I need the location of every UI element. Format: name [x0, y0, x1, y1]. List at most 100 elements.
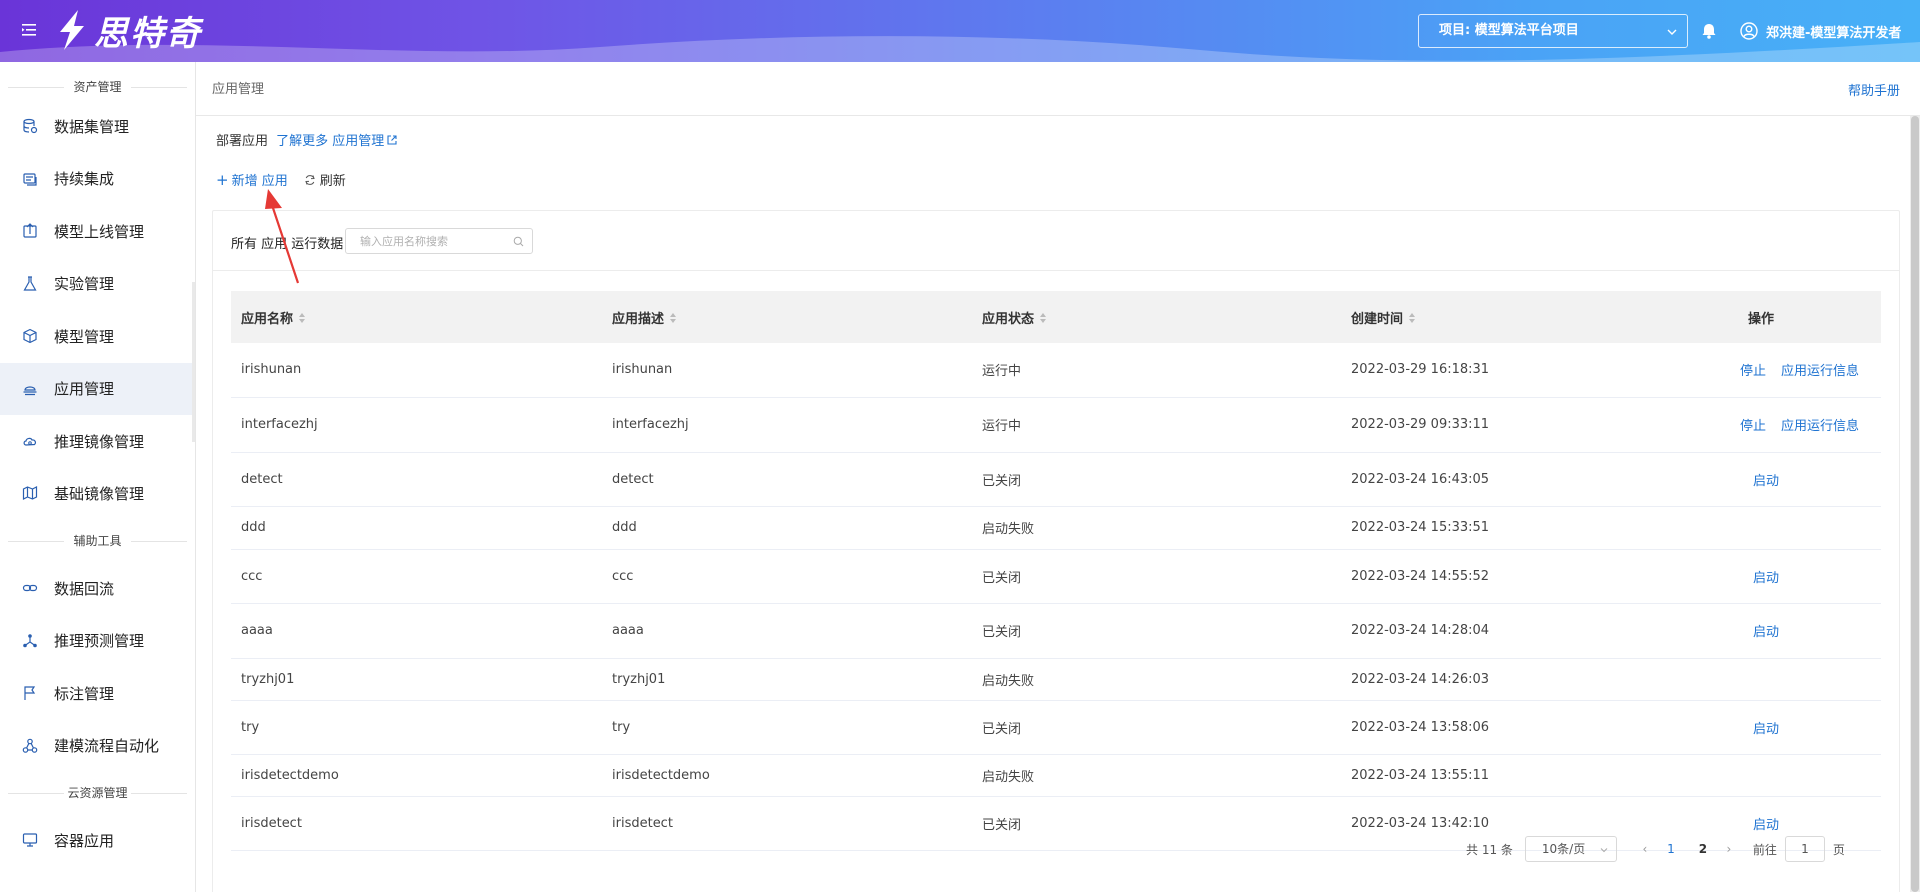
sidebar-item-label: 模型上线管理: [54, 222, 145, 241]
panel-header: 所有 应用 运行数据: [213, 211, 1899, 271]
sidebar-item-label: 基础镜像管理: [54, 485, 145, 504]
cell-app-status: 已关闭: [972, 603, 1341, 659]
sidebar-item-inference-image[interactable]: 推理镜像管理: [0, 415, 195, 468]
sidebar-item-dataset[interactable]: 数据集管理: [0, 100, 195, 153]
flag-icon: [24, 686, 36, 701]
table-row: ccc ccc 已关闭 2022-03-24 14:55:52 启动: [231, 549, 1881, 604]
sidebar-item-container-app[interactable]: 容器应用: [0, 814, 195, 867]
search-input[interactable]: [346, 229, 496, 253]
stop-button[interactable]: 停止: [1740, 415, 1766, 434]
cube-icon: [23, 329, 37, 344]
cell-app-desc: irisdetectdemo: [602, 754, 972, 797]
prev-page-button[interactable]: ‹: [1635, 842, 1655, 856]
search-box: [345, 228, 533, 254]
column-header-time[interactable]: 创建时间: [1341, 291, 1641, 343]
refresh-label: 刷新: [319, 174, 346, 189]
user-menu[interactable]: 郑洪建-模型算法开发者: [1740, 18, 1901, 44]
stop-button[interactable]: 停止: [1740, 360, 1766, 379]
sidebar-item-label: 数据集管理: [54, 117, 130, 136]
cell-actions: 启动: [1641, 603, 1881, 659]
sort-icon[interactable]: [1408, 312, 1416, 324]
cell-app-name: irishunan: [231, 343, 602, 398]
refresh-button[interactable]: 刷新: [304, 170, 346, 189]
page-number-button[interactable]: 2: [1687, 842, 1719, 856]
sidebar-item-app[interactable]: 应用管理: [0, 362, 195, 415]
sidebar-item-label: 实验管理: [54, 275, 115, 294]
page-scrollbar-thumb[interactable]: [1911, 116, 1919, 892]
app-list-panel: 所有 应用 运行数据 应用名称 应用描述 应用状态 创建时间 操作: [212, 210, 1900, 892]
cell-app-desc: tryzhj01: [602, 658, 972, 701]
sidebar-item-model-deploy[interactable]: 模型上线管理: [0, 205, 195, 258]
top-header: 思特奇 项目: 模型算法平台项目 郑洪建-模型算法开发者: [0, 0, 1920, 62]
start-button[interactable]: 启动: [1753, 567, 1779, 586]
sidebar-item-data-backflow[interactable]: 数据回流: [0, 562, 195, 615]
brand-logo[interactable]: 思特奇: [52, 6, 202, 54]
cell-app-status: 已关闭: [972, 452, 1341, 507]
project-select[interactable]: 项目: 模型算法平台项目: [1418, 14, 1688, 48]
learn-more-link[interactable]: 了解更多 应用管理: [276, 134, 398, 149]
cell-app-status: 运行中: [972, 343, 1341, 398]
app-run-info-link[interactable]: 应用运行信息: [1781, 360, 1859, 379]
column-header-desc[interactable]: 应用描述: [602, 291, 972, 343]
toolbar: + 新增 应用 刷新: [216, 170, 346, 190]
cell-app-status: 已关闭: [972, 796, 1341, 851]
add-app-label: 新增 应用: [231, 174, 288, 189]
link-icon: [22, 585, 38, 592]
start-button[interactable]: 启动: [1753, 718, 1779, 737]
cell-app-desc: ddd: [602, 506, 972, 550]
sidebar-item-annotation[interactable]: 标注管理: [0, 667, 195, 720]
cell-app-status: 已关闭: [972, 700, 1341, 755]
sidebar-section-title: 云资源管理: [0, 772, 195, 814]
sort-icon[interactable]: [298, 312, 306, 324]
cell-created-time: 2022-03-24 14:26:03: [1341, 658, 1641, 701]
chevron-down-icon: [1667, 29, 1677, 35]
sort-icon[interactable]: [669, 312, 677, 324]
sidebar-item-model[interactable]: 模型管理: [0, 310, 195, 363]
cell-actions: 停止 应用运行信息: [1641, 343, 1881, 398]
cell-created-time: 2022-03-24 14:55:52: [1341, 549, 1641, 604]
add-app-button[interactable]: + 新增 应用: [216, 170, 288, 190]
cloud-icon: [23, 438, 36, 446]
app-run-info-link[interactable]: 应用运行信息: [1781, 415, 1859, 434]
user-name: 郑洪建-模型算法开发者: [1766, 25, 1902, 41]
sidebar-item-label: 推理预测管理: [54, 632, 145, 651]
start-button[interactable]: 启动: [1753, 470, 1779, 489]
page-size-select[interactable]: 10条/页: [1524, 836, 1617, 862]
app-stack-icon: [23, 386, 37, 395]
start-button[interactable]: 启动: [1753, 814, 1779, 833]
column-header-status[interactable]: 应用状态: [972, 291, 1341, 343]
notification-bell-icon[interactable]: [1700, 22, 1718, 40]
cell-actions: 启动: [1641, 549, 1881, 604]
cell-app-name: irisdetect: [231, 796, 602, 851]
sidebar-scrollbar[interactable]: [192, 282, 195, 442]
column-header-label: 应用描述: [612, 311, 665, 327]
cell-created-time: 2022-03-24 15:33:51: [1341, 506, 1641, 550]
user-avatar-icon: [1740, 22, 1758, 40]
pagination-total: 共 11 条: [1466, 842, 1513, 857]
cell-created-time: 2022-03-24 14:28:04: [1341, 603, 1641, 659]
sidebar-item-automl[interactable]: 建模流程自动化: [0, 720, 195, 773]
sidebar-item-ci[interactable]: 持续集成: [0, 153, 195, 206]
sidebar-item-inference-predict[interactable]: 推理预测管理: [0, 615, 195, 668]
cell-app-name: irisdetectdemo: [231, 754, 602, 797]
cell-app-name: interfacezhj: [231, 397, 602, 453]
app-table: 应用名称 应用描述 应用状态 创建时间 操作 irishunan irishun…: [231, 291, 1881, 851]
sidebar-item-base-image[interactable]: 基础镜像管理: [0, 468, 195, 521]
start-button[interactable]: 启动: [1753, 621, 1779, 640]
page-number-button[interactable]: 1: [1655, 842, 1687, 856]
sidebar-item-label: 数据回流: [54, 579, 115, 598]
cell-actions: 停止 应用运行信息: [1641, 397, 1881, 453]
help-manual-link[interactable]: 帮助手册: [1848, 80, 1900, 99]
menu-toggle-icon[interactable]: [20, 20, 40, 40]
cell-app-status: 启动失败: [972, 754, 1341, 797]
cell-created-time: 2022-03-24 13:58:06: [1341, 700, 1641, 755]
goto-page-input[interactable]: 1: [1784, 836, 1825, 862]
sort-icon[interactable]: [1039, 312, 1047, 324]
column-header-name[interactable]: 应用名称: [231, 291, 602, 343]
table-row: aaaa aaaa 已关闭 2022-03-24 14:28:04 启动: [231, 603, 1881, 659]
monitor-icon: [22, 833, 38, 847]
sidebar-item-experiment[interactable]: 实验管理: [0, 258, 195, 311]
search-icon[interactable]: [513, 236, 524, 247]
next-page-button[interactable]: ›: [1719, 842, 1739, 856]
cell-app-name: ddd: [231, 506, 602, 550]
